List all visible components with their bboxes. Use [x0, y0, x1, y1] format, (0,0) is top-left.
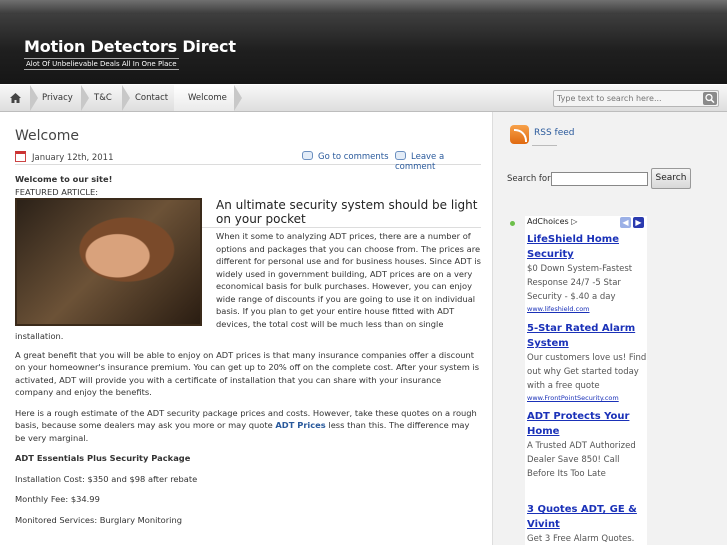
search-icon: [705, 93, 715, 104]
ad-item[interactable]: LifeShield Home Security $0 Down System-…: [527, 232, 647, 315]
post-date-text: January 12th, 2011: [32, 153, 114, 163]
nav-label: Welcome: [188, 93, 227, 103]
sidebar-search-input[interactable]: [551, 172, 648, 186]
post-meta: January 12th, 2011 Go to comments Leave …: [15, 149, 481, 172]
paragraph-estimate: Here is a rough estimate of the ADT secu…: [15, 407, 481, 445]
post-content: Welcome to our site! FEATURED ARTICLE: A…: [15, 173, 481, 534]
ad-text: Our customers love us! Find out why Get …: [527, 353, 647, 391]
ad-url[interactable]: www.lifeshield.com: [527, 304, 647, 315]
nav-item-tc[interactable]: T&C: [81, 85, 130, 111]
header-top-stripe: [0, 0, 727, 14]
adchoices-label[interactable]: AdChoices ▷: [527, 217, 577, 226]
ad-item[interactable]: 5-Star Rated Alarm System Our customers …: [527, 321, 647, 404]
sidebar-search-button[interactable]: Search: [651, 168, 691, 189]
ad-url[interactable]: www.FrontPointSecurity.com: [527, 393, 647, 404]
nav-label: Contact: [135, 93, 169, 103]
comments-icon: [302, 151, 313, 160]
ad-item[interactable]: ADT Protects Your Home A Trusted ADT Aut…: [527, 409, 647, 481]
package-title: ADT Essentials Plus Security Package: [15, 453, 191, 463]
rss-icon: [510, 125, 529, 144]
home-icon: [10, 93, 21, 103]
rss-label: RSS feed: [534, 128, 575, 138]
nav-item-privacy[interactable]: Privacy: [30, 85, 89, 111]
comment-add-icon: [395, 151, 406, 160]
monitored-services: Monitored Services: Burglary Monitoring: [15, 514, 182, 525]
ad-text: Get 3 Free Alarm Quotes.: [527, 534, 635, 544]
header-search: [553, 90, 719, 107]
nav-item-welcome[interactable]: Welcome: [174, 85, 242, 111]
featured-image[interactable]: [15, 198, 202, 326]
header-search-input[interactable]: [557, 92, 697, 105]
go-to-comments-label: Go to comments: [318, 152, 389, 162]
go-to-comments-link[interactable]: Go to comments: [302, 151, 389, 162]
ad-item[interactable]: 3 Quotes ADT, GE & Vivint Get 3 Free Ala…: [527, 502, 647, 545]
divider: [532, 145, 557, 146]
header-search-button[interactable]: [703, 92, 717, 105]
adt-prices-link[interactable]: ADT Prices: [275, 420, 325, 430]
ad-next-button[interactable]: ▶: [633, 217, 644, 228]
ad-unit: AdChoices ▷ ◀ ▶ LifeShield Home Security…: [525, 216, 647, 545]
site-title[interactable]: Motion Detectors Direct: [24, 37, 236, 56]
search-label: Search for:: [507, 174, 554, 184]
featured-label: FEATURED ARTICLE:: [15, 186, 99, 197]
bullet-icon: [510, 221, 515, 226]
leave-comment-link[interactable]: Leave a comment: [395, 151, 481, 172]
nav-label: T&C: [94, 93, 112, 103]
calendar-icon: [15, 151, 26, 162]
sidebar: RSS feed Search for: Search AdChoices ▷ …: [492, 112, 727, 545]
monthly-fee: Monthly Fee: $34.99: [15, 494, 100, 504]
post-date: January 12th, 2011: [15, 151, 114, 163]
installation-cost: Installation Cost: $350 and $98 after re…: [15, 473, 198, 484]
site-tagline: Alot Of Unbelievable Deals All In One Pl…: [24, 58, 179, 70]
ad-title[interactable]: 5-Star Rated Alarm System: [527, 321, 647, 351]
ad-title[interactable]: ADT Protects Your Home: [527, 409, 647, 439]
ad-text: A Trusted ADT Authorized Dealer Save 850…: [527, 441, 636, 479]
ad-title[interactable]: 3 Quotes ADT, GE & Vivint: [527, 502, 647, 532]
site-header: Motion Detectors Direct Alot Of Unbeliev…: [0, 0, 727, 84]
post-title[interactable]: Welcome: [15, 128, 79, 144]
featured-article: An ultimate security system should be li…: [15, 198, 481, 343]
ad-text: $0 Down System-Fastest Response 24/7 -5 …: [527, 264, 633, 302]
ad-prev-button[interactable]: ◀: [620, 217, 631, 228]
paragraph-insurance: A great benefit that you will be able to…: [15, 349, 480, 398]
nav-item-contact[interactable]: Contact: [122, 85, 182, 111]
welcome-heading: Welcome to our site!: [15, 174, 113, 184]
nav-home[interactable]: [0, 85, 38, 111]
ad-title[interactable]: LifeShield Home Security: [527, 232, 647, 262]
nav-label: Privacy: [42, 93, 73, 103]
